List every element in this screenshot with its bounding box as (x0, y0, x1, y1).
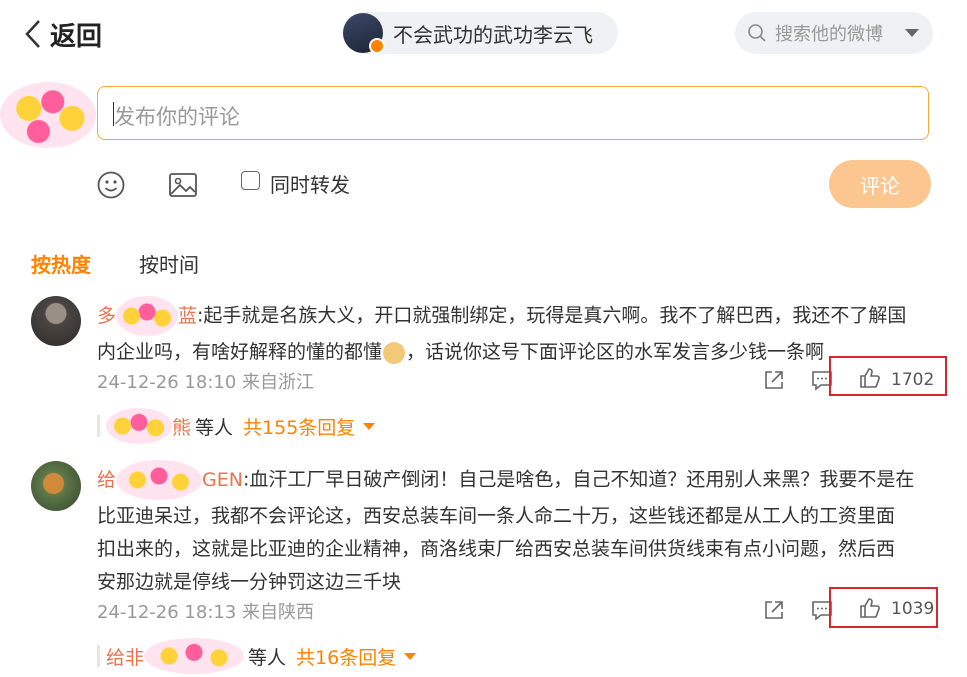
commenter-avatar[interactable] (31, 461, 81, 511)
repost-checkbox[interactable] (241, 171, 260, 190)
emoji-sticker (144, 638, 245, 674)
user-avatar (343, 13, 385, 54)
reply-etc-label: 等人 (195, 416, 234, 439)
like-count: 1039 (891, 599, 935, 619)
expand-caret-icon[interactable] (404, 652, 417, 660)
doge-emoji-icon (383, 341, 406, 364)
comment-placeholder: 发布你的评论 (114, 105, 240, 129)
back-label: 返回 (50, 21, 103, 52)
comment-text: 多蓝:起手就是名族大义，开口就强制绑定，玩得是真六啊。我不了解巴西，我还不了解国… (97, 296, 933, 369)
back-button[interactable]: 返回 (24, 16, 102, 52)
verified-badge-icon (369, 38, 385, 54)
tab-sort-time[interactable]: 按时间 (139, 249, 199, 278)
comment-text: 给 GEN:血汗工厂早日破产倒闭！自己是啥色，自己不知道？还用别人来黑？我要不是在… (97, 460, 933, 599)
reply-etc-label: 等人 (248, 646, 287, 669)
reply-divider (97, 645, 100, 667)
chevron-left-icon (25, 20, 40, 48)
emoji-icon[interactable] (96, 170, 126, 200)
search-placeholder: 搜索他的微博 (775, 24, 883, 45)
commenter-name[interactable]: 给 GEN (97, 460, 243, 500)
reply-user-name[interactable]: 给非 (106, 643, 144, 670)
reply-summary[interactable]: 给非 等人 共16条回复 (97, 638, 417, 674)
commenter-avatar[interactable] (31, 296, 81, 346)
tab-sort-hot[interactable]: 按热度 (31, 249, 91, 278)
reply-count-link[interactable]: 共155条回复 (243, 413, 355, 440)
like-icon[interactable] (858, 596, 882, 620)
image-icon[interactable] (168, 170, 198, 200)
submit-comment-button[interactable]: 评论 (829, 160, 931, 208)
emoji-sticker (106, 408, 172, 444)
repost-label: 同时转发 (270, 173, 350, 197)
dropdown-caret-icon[interactable] (905, 29, 919, 37)
reply-divider (97, 415, 100, 437)
comment-meta: 24-12-26 18:10 来自浙江 (97, 372, 315, 393)
expand-caret-icon[interactable] (363, 422, 376, 430)
profile-search[interactable]: 搜索他的微博 (735, 12, 933, 54)
share-icon[interactable] (762, 598, 786, 622)
emoji-sticker (116, 296, 179, 336)
reply-summary[interactable]: 熊 等人 共155条回复 (97, 408, 376, 444)
user-name: 不会武功的武功李云飞 (393, 22, 593, 47)
reply-count-link[interactable]: 共16条回复 (296, 643, 396, 670)
reply-user-name[interactable]: 熊 (172, 413, 191, 440)
comment-input[interactable]: 发布你的评论 (97, 86, 929, 140)
my-avatar (0, 82, 96, 148)
profile-pill[interactable]: 不会武功的武功李云飞 (342, 12, 618, 54)
share-icon[interactable] (762, 368, 786, 392)
emoji-sticker (116, 460, 203, 500)
commenter-name[interactable]: 多蓝 (97, 296, 197, 336)
like-count: 1702 (891, 370, 935, 390)
comment-meta: 24-12-26 18:13 来自陕西 (97, 602, 315, 623)
like-icon[interactable] (858, 366, 882, 390)
search-icon (748, 24, 766, 42)
